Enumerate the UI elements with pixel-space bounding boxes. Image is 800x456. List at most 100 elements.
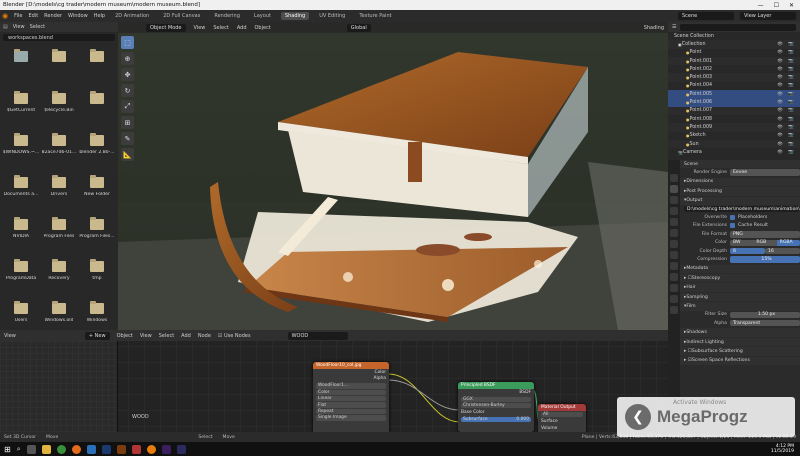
- folder-icon[interactable]: ▤: [3, 24, 8, 30]
- blender-icon[interactable]: [146, 444, 156, 454]
- transform-orientation-dropdown[interactable]: Global: [346, 23, 371, 32]
- outliner-row[interactable]: ● Point 👁 📷: [668, 49, 800, 57]
- outliner-row[interactable]: ● Point.009 👁 📷: [668, 123, 800, 132]
- image-extension-field[interactable]: Repeat: [316, 408, 386, 415]
- tab-shading[interactable]: Shading: [280, 12, 310, 20]
- file-item[interactable]: Windows: [78, 297, 116, 333]
- outliner-row[interactable]: ● Point.006 👁 📷: [668, 98, 800, 107]
- outliner-row[interactable]: ● Point.007 👁 📷: [668, 106, 800, 115]
- outliner-row[interactable]: ● Point.005 👁 📷: [668, 90, 800, 99]
- outliner-row[interactable]: ● Sketch 👁 📷: [668, 132, 800, 140]
- filter-size-field[interactable]: 1.50 px: [730, 311, 800, 319]
- annotate-icon[interactable]: ✎: [121, 132, 134, 145]
- illustrator-icon[interactable]: [116, 444, 126, 454]
- outliner-row[interactable]: ● Point.008 👁 📷: [668, 115, 800, 123]
- section-dimensions[interactable]: ▸ Dimensions: [680, 177, 800, 187]
- visibility-toggle-icon[interactable]: 👁 📷: [777, 59, 796, 64]
- new-image-button[interactable]: + New: [84, 331, 110, 340]
- color-rgb-button[interactable]: RGB: [753, 239, 777, 246]
- scene-selector[interactable]: Scene: [678, 12, 734, 20]
- color-rgba-button[interactable]: RGBA: [776, 239, 800, 246]
- taskbar-clock[interactable]: 4:12 PM 11/5/2019: [771, 444, 794, 454]
- ne-editor-type[interactable]: Object: [117, 333, 133, 339]
- subsurface-field[interactable]: Subsurface 0.000: [461, 416, 531, 423]
- move-icon[interactable]: ✥: [121, 68, 134, 81]
- file-item[interactable]: [2, 45, 40, 81]
- object-mode-dropdown[interactable]: Object Mode: [146, 23, 186, 32]
- menu-window[interactable]: Window: [68, 13, 88, 19]
- vp-menu-add[interactable]: Add: [237, 25, 247, 31]
- select-box-icon[interactable]: ⬚: [121, 36, 134, 49]
- scene-tab-icon[interactable]: [670, 218, 678, 226]
- section-output[interactable]: ▾ Output: [680, 196, 800, 205]
- visibility-toggle-icon[interactable]: 👁 📷: [777, 125, 796, 130]
- tab-layout[interactable]: Layout: [250, 12, 275, 20]
- maximize-button[interactable]: ☐: [774, 2, 779, 9]
- file-item[interactable]: NVIDIA: [2, 213, 40, 249]
- outliner-row[interactable]: ● Point.001 👁 📷: [668, 56, 800, 66]
- section-sampling[interactable]: ▸ Sampling: [680, 292, 800, 302]
- shader-node-editor[interactable]: View + New Object View Select Add Node ☑…: [0, 330, 668, 432]
- depth-16-button[interactable]: 16: [765, 247, 800, 255]
- outliner-row[interactable]: ▣ Collection 👁 📷: [668, 40, 800, 49]
- section-stereoscopy[interactable]: ▸ ☐ Stereoscopy: [680, 274, 800, 283]
- constraints-tab-icon[interactable]: [670, 284, 678, 292]
- visibility-toggle-icon[interactable]: 👁 📷: [777, 83, 796, 88]
- measure-icon[interactable]: 📐: [121, 148, 134, 161]
- outliner-search[interactable]: [680, 23, 796, 31]
- tool-tab-icon[interactable]: [670, 174, 678, 182]
- file-path-field[interactable]: workspaces.blend: [3, 34, 115, 41]
- subsurface-method-dropdown[interactable]: Christensen-Burley: [461, 402, 531, 409]
- file-item[interactable]: [40, 45, 78, 81]
- vp-menu-object[interactable]: Object: [255, 25, 271, 31]
- photoshop-icon[interactable]: [101, 444, 111, 454]
- compression-slider[interactable]: 15%: [730, 256, 800, 263]
- outliner-row[interactable]: 📷 Camera 👁 📷: [668, 148, 800, 156]
- tab-uv-editing[interactable]: UV Editing: [315, 12, 349, 20]
- menu-edit[interactable]: Edit: [28, 13, 38, 19]
- file-item[interactable]: tmp: [78, 255, 116, 291]
- outliner-row[interactable]: ● Point.003 👁 📷: [668, 73, 800, 82]
- file-item[interactable]: Program Files...: [78, 213, 116, 249]
- file-extensions-checkbox[interactable]: [730, 223, 735, 229]
- data-tab-icon[interactable]: [670, 295, 678, 303]
- material-selector[interactable]: WOOD: [287, 331, 348, 340]
- particles-tab-icon[interactable]: [670, 262, 678, 270]
- premiere-icon[interactable]: [161, 444, 171, 454]
- section-post-processing[interactable]: ▸ Post Processing: [680, 187, 800, 196]
- app-icon-2[interactable]: [131, 444, 141, 454]
- overwrite-checkbox[interactable]: [730, 215, 735, 221]
- rotate-icon[interactable]: ↻: [121, 84, 134, 97]
- outliner-row[interactable]: ● Sun 👁 📷: [668, 139, 800, 149]
- material-output-node[interactable]: Material Output All Surface Volume: [538, 404, 586, 432]
- windows-start-icon[interactable]: ⊞: [4, 445, 11, 454]
- file-item[interactable]: Drivers: [40, 171, 78, 207]
- file-item[interactable]: blender 2.80-...: [78, 129, 116, 165]
- ne-menu-select[interactable]: Select: [159, 333, 174, 339]
- alpha-dropdown[interactable]: Transparent: [730, 320, 800, 327]
- fb-menu-select[interactable]: Select: [30, 24, 45, 30]
- section-metadata[interactable]: ▸ Metadata: [680, 264, 800, 274]
- image-projection-field[interactable]: Flat: [316, 402, 386, 408]
- tab-2d-animation[interactable]: 2D Animation: [111, 12, 153, 20]
- file-item[interactable]: ProgramData: [2, 255, 40, 291]
- use-nodes-checkbox[interactable]: ☑ Use Nodes: [218, 333, 251, 339]
- material-tab-icon[interactable]: [670, 306, 678, 314]
- physics-tab-icon[interactable]: [670, 273, 678, 281]
- image-selector[interactable]: WoodFloor1...: [316, 383, 386, 389]
- after-effects-icon[interactable]: [176, 444, 186, 454]
- outliner-row[interactable]: ● Point.002 👁 📷: [668, 65, 800, 73]
- modifier-tab-icon[interactable]: [670, 251, 678, 259]
- tab-2d-full-canvas[interactable]: 2D Full Canvas: [159, 12, 204, 20]
- visibility-toggle-icon[interactable]: 👁 📷: [777, 150, 796, 155]
- output-target-dropdown[interactable]: All: [541, 412, 583, 418]
- file-item[interactable]: Recovery: [40, 255, 78, 291]
- section-indirect-lighting[interactable]: ▸ Indirect Lighting: [680, 337, 800, 347]
- viewport-shading-label[interactable]: Shading: [644, 25, 664, 31]
- minimize-button[interactable]: —: [758, 2, 764, 9]
- object-tab-icon[interactable]: [670, 240, 678, 248]
- file-item[interactable]: Documents a...: [2, 171, 40, 207]
- depth-8-button[interactable]: 8: [730, 247, 765, 255]
- ne-menu-node[interactable]: Node: [198, 333, 211, 339]
- visibility-toggle-icon[interactable]: 👁 📷: [777, 117, 796, 122]
